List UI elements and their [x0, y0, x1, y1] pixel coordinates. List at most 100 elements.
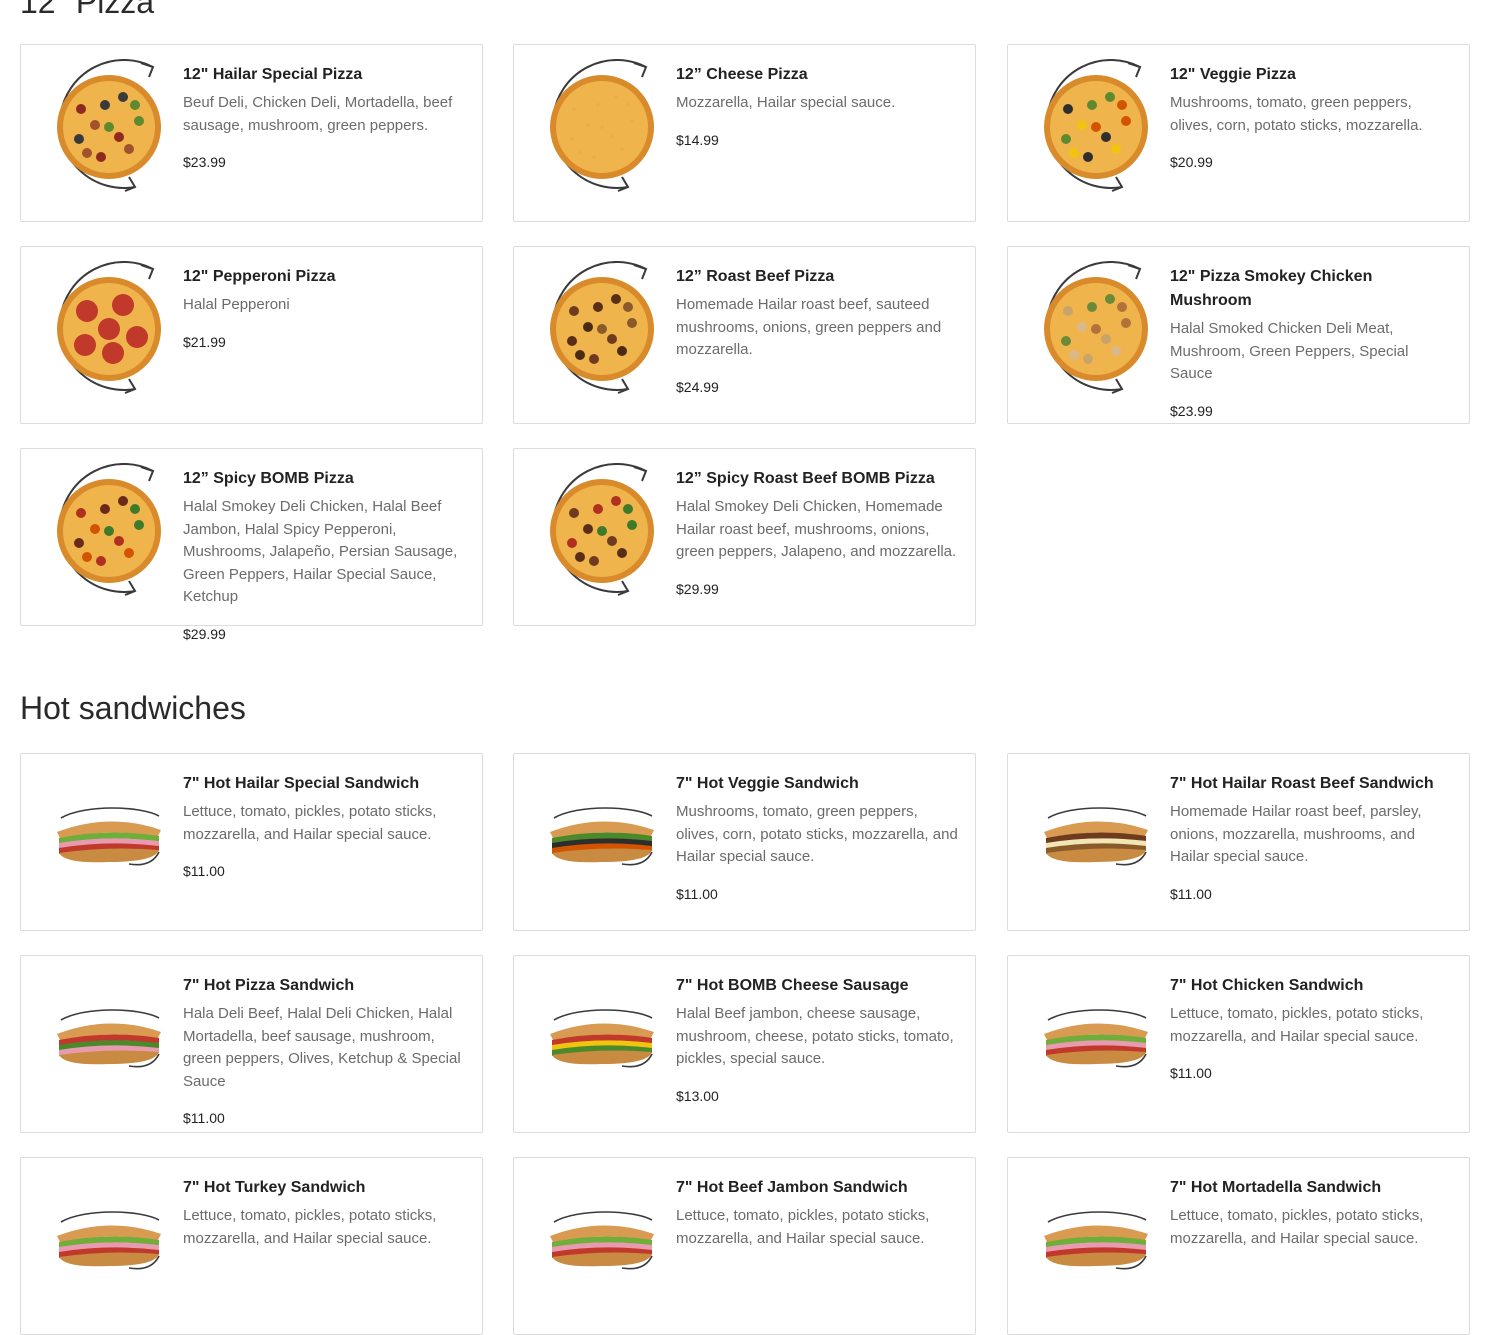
menu-item-info: 12” Spicy BOMB Pizza Halal Smokey Deli Ch…: [183, 467, 465, 643]
pizza-image: [538, 59, 666, 195]
menu-item-price: $11.00: [1170, 1065, 1212, 1081]
menu-item-card[interactable]: 12" Veggie Pizza Mushrooms, tomato, green…: [1007, 44, 1470, 222]
menu-item-name: 12” Spicy BOMB Pizza: [183, 470, 354, 487]
menu-item-name: 7" Hot Veggie Sandwich: [676, 775, 859, 792]
menu-grid: 12" Hailar Special Pizza Beuf Deli, Chick…: [0, 0, 1510, 1335]
sandwich-image: [1032, 768, 1160, 904]
menu-item-name: 12" Hailar Special Pizza: [183, 66, 363, 83]
menu-item-card[interactable]: 12” Spicy Roast Beef BOMB Pizza Halal Smo…: [513, 448, 976, 626]
menu-item-name: 7" Hot Beef Jambon Sandwich: [676, 1179, 908, 1196]
menu-item-name: 12” Roast Beef Pizza: [676, 268, 835, 285]
menu-item-info: 7" Hot Hailar Special Sandwich Lettuce, t…: [183, 772, 465, 880]
pizza-image: [45, 59, 173, 195]
menu-item-price: $24.99: [676, 378, 719, 395]
menu-item-card[interactable]: 7" Hot Mortadella Sandwich Lettuce, tomat…: [1007, 1157, 1470, 1335]
menu-item-price: $11.00: [183, 1110, 225, 1126]
menu-item-price: $20.99: [1170, 154, 1213, 170]
menu-item-price: $29.99: [183, 625, 226, 642]
menu-item-name: 7" Hot Chicken Sandwich: [1170, 977, 1364, 994]
menu-item-price: $11.00: [1170, 885, 1212, 902]
menu-item-name: 7" Hot Hailar Roast Beef Sandwich: [1170, 775, 1434, 792]
menu-item-info: 7" Hot Turkey Sandwich Lettuce, tomato, p…: [183, 1176, 465, 1250]
sandwich-image: [45, 1172, 173, 1308]
menu-item-info: 12” Roast Beef Pizza Homemade Hailar roas…: [676, 265, 958, 396]
menu-item-name: 7" Hot Mortadella Sandwich: [1170, 1179, 1382, 1196]
pizza-image: [538, 463, 666, 599]
menu-item-card[interactable]: 12" Hailar Special Pizza Beuf Deli, Chick…: [20, 44, 483, 222]
menu-item-description: Lettuce, tomato, pickles, potato sticks,…: [183, 1207, 437, 1247]
menu-item-description: Lettuce, tomato, pickles, potato sticks,…: [1170, 1207, 1424, 1247]
menu-item-description: Hala Deli Beef, Halal Deli Chicken, Hala…: [183, 1005, 461, 1090]
menu-item-description: Halal Beef jambon, cheese sausage, mushr…: [676, 1005, 954, 1067]
menu-item-description: Mozzarella, Hailar special sauce.: [676, 94, 896, 111]
menu-item-card[interactable]: 7" Hot Hailar Special Sandwich Lettuce, t…: [20, 753, 483, 931]
sandwich-image: [45, 768, 173, 904]
menu-item-description: Homemade Hailar roast beef, sauteed mush…: [676, 296, 942, 358]
menu-item-card[interactable]: 7" Hot Veggie Sandwich Mushrooms, tomato,…: [513, 753, 976, 931]
sandwich-image: [45, 970, 173, 1106]
menu-item-description: Lettuce, tomato, pickles, potato sticks,…: [676, 1207, 930, 1247]
menu-item-info: 12” Cheese Pizza Mozzarella, Hailar speci…: [676, 63, 958, 149]
menu-item-price: $13.00: [676, 1087, 719, 1104]
menu-item-card[interactable]: 12” Roast Beef Pizza Homemade Hailar roas…: [513, 246, 976, 424]
menu-item-card[interactable]: 7" Hot Hailar Roast Beef Sandwich Homemad…: [1007, 753, 1470, 931]
pizza-image: [1032, 59, 1160, 195]
menu-item-info: 12" Pizza Smokey Chicken Mushroom Halal S…: [1170, 265, 1452, 420]
menu-item-card[interactable]: 12" Pizza Smokey Chicken Mushroom Halal S…: [1007, 246, 1470, 424]
menu-item-name: 12” Cheese Pizza: [676, 66, 808, 83]
menu-item-description: Halal Smokey Deli Chicken, Halal Beef Ja…: [183, 498, 458, 605]
menu-item-info: 7" Hot Hailar Roast Beef Sandwich Homemad…: [1170, 772, 1452, 903]
menu-item-name: 7" Hot Pizza Sandwich: [183, 977, 355, 994]
menu-item-info: 12” Spicy Roast Beef BOMB Pizza Halal Smo…: [676, 467, 958, 598]
menu-item-price: $29.99: [676, 580, 719, 597]
sandwich-image: [538, 1172, 666, 1308]
menu-item-card[interactable]: 12” Cheese Pizza Mozzarella, Hailar speci…: [513, 44, 976, 222]
pizza-image: [538, 261, 666, 397]
menu-item-info: 12" Pepperoni Pizza Halal Pepperoni $21.99: [183, 265, 465, 351]
sandwich-image: [1032, 970, 1160, 1106]
sandwich-image: [1032, 1172, 1160, 1308]
menu-item-description: Halal Smoked Chicken Deli Meat, Mushroom…: [1170, 320, 1409, 382]
menu-item-description: Homemade Hailar roast beef, parsley, oni…: [1170, 803, 1422, 865]
menu-item-description: Mushrooms, tomato, green peppers, olives…: [1170, 94, 1423, 134]
menu-item-description: Mushrooms, tomato, green peppers, olives…: [676, 803, 958, 865]
menu-item-price: $21.99: [183, 333, 226, 350]
menu-item-card[interactable]: 12” Spicy BOMB Pizza Halal Smokey Deli Ch…: [20, 448, 483, 642]
pizza-image: [1032, 261, 1160, 397]
menu-item-price: $14.99: [676, 131, 719, 148]
menu-item-name: 7" Hot Hailar Special Sandwich: [183, 775, 420, 792]
menu-item-name: 7" Hot BOMB Cheese Sausage: [676, 977, 909, 994]
menu-item-price: $11.00: [676, 885, 718, 902]
menu-item-description: Lettuce, tomato, pickles, potato sticks,…: [183, 803, 437, 843]
menu-item-price: $23.99: [1170, 402, 1213, 419]
menu-item-card[interactable]: 12" Pepperoni Pizza Halal Pepperoni $21.99: [20, 246, 483, 424]
menu-item-price: $23.99: [183, 154, 226, 170]
menu-item-price: $11.00: [183, 863, 225, 879]
menu-item-info: 7" Hot Chicken Sandwich Lettuce, tomato, …: [1170, 974, 1452, 1082]
menu-item-card[interactable]: 7" Hot Turkey Sandwich Lettuce, tomato, p…: [20, 1157, 483, 1335]
menu-item-name: 12” Spicy Roast Beef BOMB Pizza: [676, 470, 935, 487]
menu-item-card[interactable]: 7" Hot Pizza Sandwich Hala Deli Beef, Hal…: [20, 955, 483, 1133]
menu-item-description: Halal Pepperoni: [183, 296, 290, 313]
menu-item-info: 12" Veggie Pizza Mushrooms, tomato, green…: [1170, 63, 1452, 171]
menu-item-info: 7" Hot BOMB Cheese Sausage Halal Beef jam…: [676, 974, 958, 1105]
menu-item-description: Lettuce, tomato, pickles, potato sticks,…: [1170, 1005, 1424, 1045]
menu-item-info: 7" Hot Pizza Sandwich Hala Deli Beef, Hal…: [183, 974, 465, 1127]
menu-item-card[interactable]: 7" Hot Chicken Sandwich Lettuce, tomato, …: [1007, 955, 1470, 1133]
menu-item-name: 12" Pepperoni Pizza: [183, 268, 336, 285]
menu-item-name: 7" Hot Turkey Sandwich: [183, 1179, 366, 1196]
menu-item-info: 7" Hot Mortadella Sandwich Lettuce, tomat…: [1170, 1176, 1452, 1250]
menu-item-description: Halal Smokey Deli Chicken, Homemade Hail…: [676, 498, 957, 560]
pizza-image: [45, 463, 173, 599]
pizza-image: [45, 261, 173, 397]
menu-item-description: Beuf Deli, Chicken Deli, Mortadella, bee…: [183, 94, 453, 134]
sandwich-image: [538, 970, 666, 1106]
menu-item-info: 12" Hailar Special Pizza Beuf Deli, Chick…: [183, 63, 465, 171]
menu-item-name: 12" Veggie Pizza: [1170, 66, 1296, 83]
sandwich-image: [538, 768, 666, 904]
menu-item-card[interactable]: 7" Hot Beef Jambon Sandwich Lettuce, toma…: [513, 1157, 976, 1335]
menu-item-info: 7" Hot Beef Jambon Sandwich Lettuce, toma…: [676, 1176, 958, 1250]
menu-item-card[interactable]: 7" Hot BOMB Cheese Sausage Halal Beef jam…: [513, 955, 976, 1133]
menu-item-info: 7" Hot Veggie Sandwich Mushrooms, tomato,…: [676, 772, 958, 903]
menu-item-name: 12" Pizza Smokey Chicken Mushroom: [1170, 268, 1373, 309]
